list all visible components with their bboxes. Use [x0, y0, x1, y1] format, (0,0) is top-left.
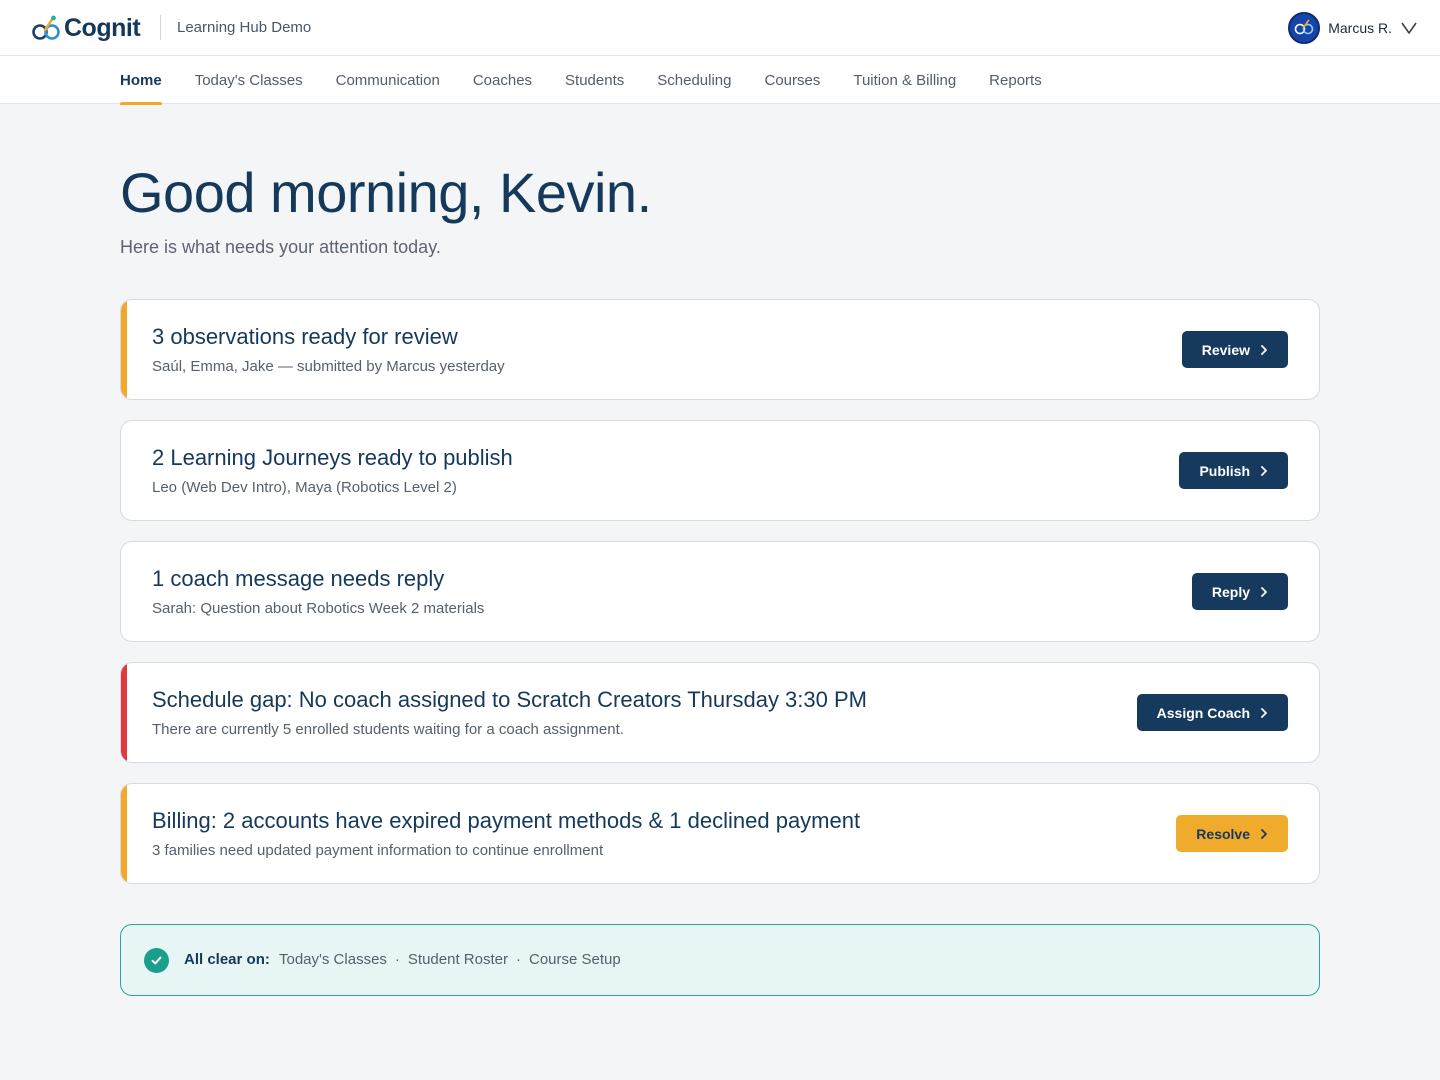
card-description: Saúl, Emma, Jake — submitted by Marcus y…	[152, 358, 505, 375]
task-card-observations: 3 observations ready for review Saúl, Em…	[120, 299, 1320, 400]
all-clear-item: Today's Classes	[279, 951, 387, 968]
check-circle-icon	[144, 948, 169, 973]
button-label: Resolve	[1196, 825, 1250, 842]
tab-home[interactable]: Home	[120, 56, 162, 105]
tab-tuition-billing[interactable]: Tuition & Billing	[853, 56, 956, 104]
card-description: Leo (Web Dev Intro), Maya (Robotics Leve…	[152, 479, 457, 496]
top-bar: Cognit Learning Hub Demo Marcus R.	[0, 0, 1440, 56]
tab-coaches[interactable]: Coaches	[473, 56, 532, 104]
publish-button[interactable]: Publish	[1179, 452, 1288, 489]
cognit-avatar-icon	[1294, 19, 1314, 35]
app-subtitle: Learning Hub Demo	[177, 19, 312, 36]
brand-divider	[160, 15, 161, 40]
chevron-right-icon	[1261, 465, 1267, 476]
chevron-right-icon	[1261, 586, 1267, 597]
all-clear-banner: All clear on: Today's Classes · Student …	[120, 924, 1320, 996]
tab-communication[interactable]: Communication	[336, 56, 440, 104]
card-accent-bar	[121, 300, 127, 399]
task-card-schedule-gap: Schedule gap: No coach assigned to Scrat…	[120, 662, 1320, 763]
button-label: Publish	[1199, 462, 1250, 479]
nav-tabs: Home Today's Classes Communication Coach…	[120, 56, 1042, 105]
card-title: 2 Learning Journeys ready to publish	[152, 445, 513, 470]
button-label: Review	[1201, 341, 1250, 358]
tab-students[interactable]: Students	[565, 56, 624, 104]
card-description: Sarah: Question about Robotics Week 2 ma…	[152, 600, 485, 617]
user-name: Marcus R.	[1328, 20, 1392, 36]
all-clear-item: Student Roster	[407, 951, 508, 968]
brand-logo-link[interactable]: Cognit	[32, 12, 141, 44]
task-card-coach-message: 1 coach message needs reply Sarah: Quest…	[120, 541, 1320, 642]
chevron-right-icon	[1261, 344, 1267, 355]
user-menu[interactable]: Marcus R.	[1288, 11, 1418, 45]
chevron-right-icon	[1261, 828, 1267, 839]
page-title: Good morning, Kevin.	[120, 161, 652, 224]
card-accent-bar	[121, 421, 127, 520]
task-card-billing: Billing: 2 accounts have expired payment…	[120, 783, 1320, 884]
tab-reports[interactable]: Reports	[989, 56, 1042, 104]
tab-todays-classes[interactable]: Today's Classes	[195, 56, 303, 104]
assign-coach-button[interactable]: Assign Coach	[1136, 694, 1288, 731]
card-accent-bar	[121, 542, 127, 641]
tab-courses[interactable]: Courses	[764, 56, 820, 104]
main-nav: Home Today's Classes Communication Coach…	[0, 56, 1440, 105]
task-card-learning-journeys: 2 Learning Journeys ready to publish Leo…	[120, 420, 1320, 521]
all-clear-items: Today's Classes · Student Roster · Cours…	[279, 951, 621, 968]
card-title: 3 observations ready for review	[152, 324, 458, 349]
card-description: 3 families need updated payment informat…	[152, 842, 604, 859]
separator: ·	[515, 951, 521, 968]
all-clear-item: Course Setup	[528, 951, 621, 968]
separator: ·	[394, 951, 400, 968]
card-title: Schedule gap: No coach assigned to Scrat…	[152, 687, 867, 712]
chevron-right-icon	[1261, 707, 1267, 718]
card-accent-bar	[121, 784, 127, 883]
all-clear-label: All clear on:	[184, 951, 270, 968]
reply-button[interactable]: Reply	[1191, 573, 1288, 610]
card-description: There are currently 5 enrolled students …	[152, 721, 624, 738]
review-button[interactable]: Review	[1181, 331, 1288, 368]
cognit-logo-icon	[32, 15, 60, 40]
button-label: Assign Coach	[1156, 704, 1250, 721]
tab-scheduling[interactable]: Scheduling	[657, 56, 731, 104]
card-title: Billing: 2 accounts have expired payment…	[152, 808, 861, 833]
card-accent-bar	[121, 663, 127, 762]
button-label: Reply	[1211, 583, 1250, 600]
page-subtitle: Here is what needs your attention today.	[120, 237, 441, 257]
card-title: 1 coach message needs reply	[152, 566, 445, 591]
brand-name: Cognit	[64, 13, 141, 42]
avatar	[1288, 12, 1321, 44]
resolve-button[interactable]: Resolve	[1176, 815, 1288, 852]
chevron-down-icon[interactable]	[1400, 21, 1418, 35]
